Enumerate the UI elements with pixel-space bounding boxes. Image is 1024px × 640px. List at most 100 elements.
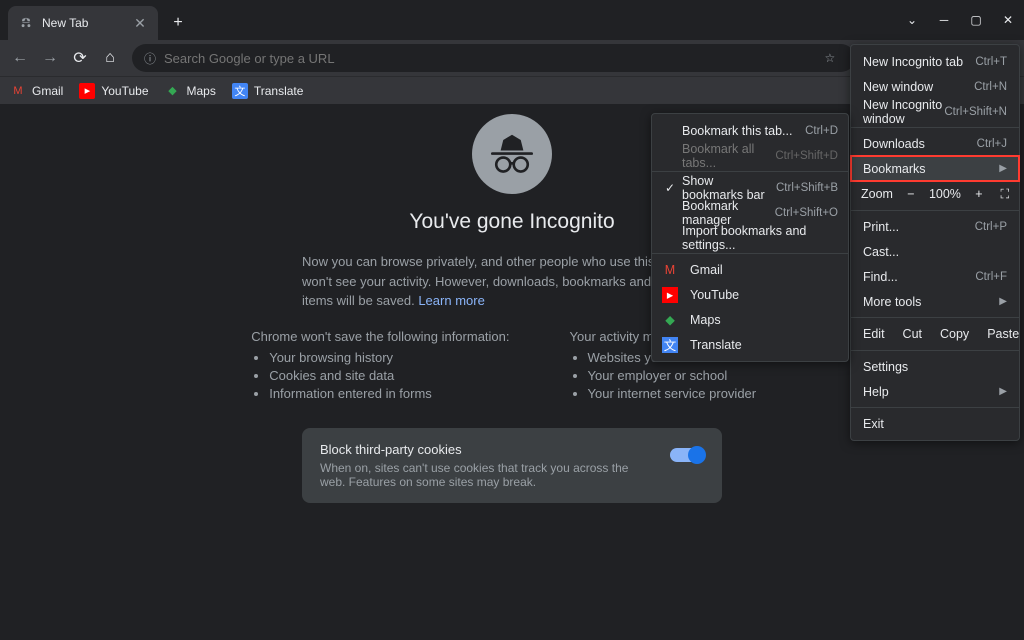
menu-new-incognito-tab[interactable]: New Incognito tab Ctrl+T	[851, 49, 1019, 74]
close-window-button[interactable]: ✕	[992, 4, 1024, 36]
omnibox[interactable]: ⓘ ☆	[132, 44, 855, 72]
left-col-title: Chrome won't save the following informat…	[251, 329, 509, 344]
menu-edit-row: Edit Cut Copy Paste	[851, 321, 1019, 347]
submenu-show-bar[interactable]: ✓Show bookmarks barCtrl+Shift+B	[652, 175, 848, 200]
learn-more-link[interactable]: Learn more	[418, 293, 484, 308]
bookmark-gmail[interactable]: MGmail	[10, 83, 63, 99]
menu-label: Help	[863, 385, 889, 399]
info-icon: ⓘ	[144, 50, 156, 67]
bookmark-label: Gmail	[32, 84, 63, 98]
menu-print[interactable]: Print... Ctrl+P	[851, 214, 1019, 239]
forward-button[interactable]: →	[36, 44, 64, 72]
menu-exit[interactable]: Exit	[851, 411, 1019, 436]
menu-label: Edit	[863, 327, 885, 341]
submenu-item-translate[interactable]: 文 Translate	[652, 332, 848, 357]
submenu-item-gmail[interactable]: M Gmail	[652, 257, 848, 282]
new-tab-button[interactable]: +	[164, 9, 192, 37]
translate-icon: 文	[662, 337, 678, 353]
paste-button[interactable]: Paste	[987, 327, 1019, 341]
cut-button[interactable]: Cut	[903, 327, 922, 341]
cookie-desc: When on, sites can't use cookies that tr…	[320, 461, 656, 489]
bookmark-youtube[interactable]: ▸YouTube	[79, 83, 148, 99]
bookmark-translate[interactable]: 文Translate	[232, 83, 304, 99]
window-controls: ⌄ ─ ▢ ✕	[896, 4, 1024, 40]
bookmark-label: YouTube	[101, 84, 148, 98]
cookie-title: Block third-party cookies	[320, 442, 656, 457]
menu-new-incognito-window[interactable]: New Incognito windowCtrl+Shift+N	[851, 99, 1019, 124]
menu-label: Settings	[863, 360, 908, 374]
menu-shortcut: Ctrl+F	[975, 271, 1007, 283]
menu-find[interactable]: Find... Ctrl+F	[851, 264, 1019, 289]
bookmarks-submenu: Bookmark this tab...Ctrl+D Bookmark all …	[651, 113, 849, 362]
minimize-button[interactable]: ─	[928, 4, 960, 36]
list-item: Your browsing history	[269, 350, 509, 365]
cookie-card: Block third-party cookies When on, sites…	[302, 428, 722, 503]
address-input[interactable]	[164, 51, 825, 66]
menu-shortcut: Ctrl+J	[977, 138, 1007, 150]
fullscreen-icon[interactable]: ⛶	[997, 187, 1013, 202]
star-icon[interactable]: ☆	[825, 51, 836, 65]
menu-label: Bookmark manager	[682, 199, 775, 227]
bookmark-maps[interactable]: ◆Maps	[165, 83, 216, 99]
page-heading: You've gone Incognito	[409, 210, 614, 234]
back-button[interactable]: ←	[6, 44, 34, 72]
list-item: Information entered in forms	[269, 386, 509, 401]
menu-settings[interactable]: Settings	[851, 354, 1019, 379]
check-icon: ✓	[662, 181, 678, 195]
zoom-out-button[interactable]: −	[903, 187, 919, 201]
menu-label: Gmail	[690, 263, 838, 277]
menu-shortcut: Ctrl+N	[974, 81, 1007, 93]
tab-title: New Tab	[42, 16, 132, 30]
close-icon[interactable]: ✕	[132, 15, 148, 31]
menu-shortcut: Ctrl+Shift+D	[775, 150, 838, 162]
zoom-in-button[interactable]: +	[971, 187, 987, 201]
submenu-item-maps[interactable]: ◆Maps	[652, 307, 848, 332]
maximize-button[interactable]: ▢	[960, 4, 992, 36]
submenu-import[interactable]: Import bookmarks and settings...	[652, 225, 848, 250]
menu-help[interactable]: Help ▶	[851, 379, 1019, 404]
submenu-manager[interactable]: Bookmark managerCtrl+Shift+O	[652, 200, 848, 225]
submenu-item-youtube[interactable]: ▸ YouTube	[652, 282, 848, 307]
menu-label: New Incognito tab	[863, 55, 963, 69]
cookie-toggle[interactable]	[670, 448, 704, 462]
copy-button[interactable]: Copy	[940, 327, 969, 341]
menu-shortcut: Ctrl+D	[805, 125, 838, 137]
menu-shortcut: Ctrl+T	[975, 56, 1007, 68]
list-item: Your internet service provider	[588, 386, 773, 401]
menu-label: Bookmark this tab...	[682, 124, 805, 138]
menu-bookmarks[interactable]: Bookmarks ▶	[851, 156, 1019, 181]
chevron-right-icon: ▶	[999, 163, 1007, 174]
bookmark-label: Translate	[254, 84, 304, 98]
home-button[interactable]: ⌂	[96, 44, 124, 72]
app-menu: New Incognito tab Ctrl+T New window Ctrl+N…	[850, 44, 1020, 441]
reload-button[interactable]: ⟳	[66, 44, 94, 72]
menu-label: Bookmark all tabs...	[682, 142, 775, 170]
menu-label: More tools	[863, 295, 921, 309]
menu-downloads[interactable]: Downloads Ctrl+J	[851, 131, 1019, 156]
menu-label: Import bookmarks and settings...	[682, 224, 838, 252]
menu-label: YouTube	[690, 288, 838, 302]
menu-label: Translate	[690, 338, 838, 352]
chevron-right-icon: ▶	[999, 386, 1007, 397]
submenu-bookmark-all: Bookmark all tabs...Ctrl+Shift+D	[652, 143, 848, 168]
menu-label: Downloads	[863, 137, 925, 151]
menu-label: Find...	[863, 270, 898, 284]
gmail-icon: M	[662, 262, 678, 278]
menu-cast[interactable]: Cast...	[851, 239, 1019, 264]
menu-label: Print...	[863, 220, 899, 234]
submenu-bookmark-tab[interactable]: Bookmark this tab...Ctrl+D	[652, 118, 848, 143]
menu-label: Zoom	[861, 187, 893, 201]
menu-label: Bookmarks	[863, 162, 926, 176]
menu-shortcut: Ctrl+P	[975, 221, 1007, 233]
menu-label: Exit	[863, 417, 884, 431]
incognito-hero-icon	[472, 114, 552, 194]
tab-active[interactable]: New Tab ✕	[8, 6, 158, 40]
menu-more-tools[interactable]: More tools▶	[851, 289, 1019, 314]
bookmark-label: Maps	[187, 84, 216, 98]
titlebar: New Tab ✕ + ⌄ ─ ▢ ✕	[0, 0, 1024, 40]
youtube-icon: ▸	[662, 287, 678, 303]
zoom-value: 100%	[929, 187, 961, 201]
menu-new-window[interactable]: New window Ctrl+N	[851, 74, 1019, 99]
menu-label: New window	[863, 80, 933, 94]
chevron-down-icon[interactable]: ⌄	[896, 4, 928, 36]
